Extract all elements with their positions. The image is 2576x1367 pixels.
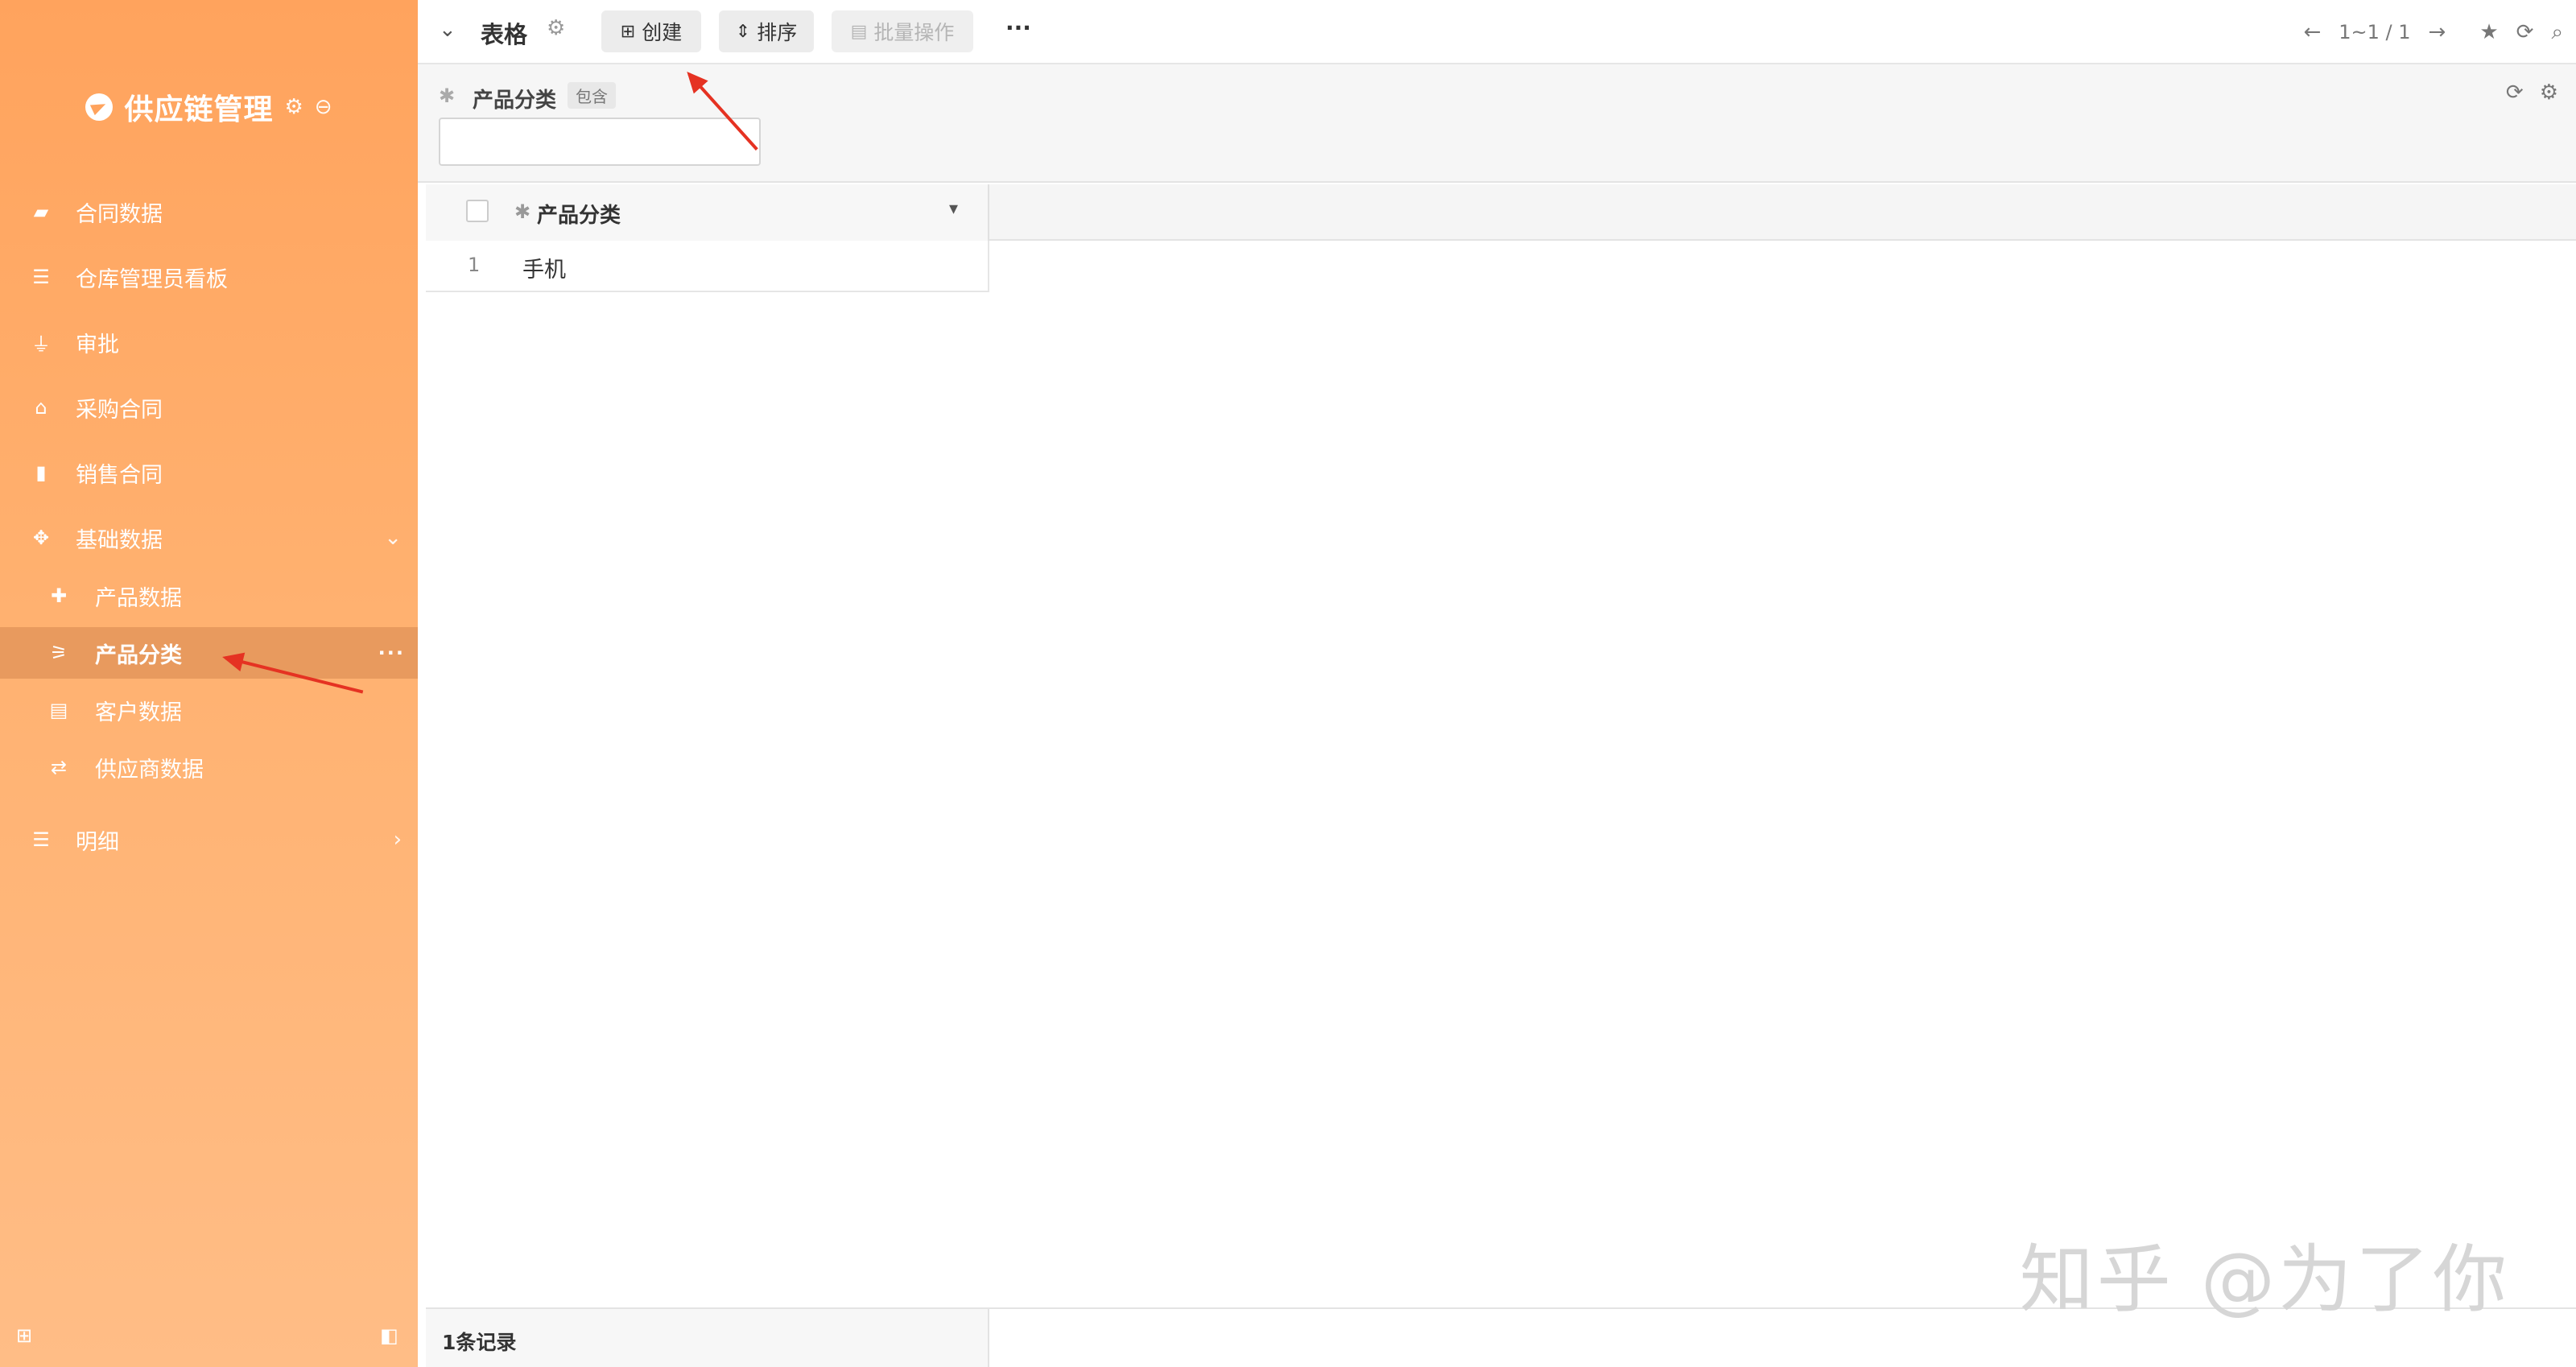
sort-icon: ⇕ [735,21,751,42]
prev-page-icon[interactable]: ← [2303,20,2321,44]
star-icon[interactable]: ★ [2479,20,2498,44]
sidebar-item-details[interactable]: ☰ 明细 › [0,815,418,865]
search-icon[interactable]: ⌕ [2551,20,2563,45]
sidebar-item-sales-contract[interactable]: ▮ 销售合同 [0,448,418,498]
sidebar-item-warehouse-board[interactable]: ☰ 仓库管理员看板 [0,252,418,302]
sidebar-item-approval[interactable]: ⏚ 审批 [0,317,418,367]
more-actions-button[interactable]: ··· [1005,14,1031,41]
settings-icon[interactable]: ⚙ [284,95,303,119]
sort-button[interactable]: ⇕ 排序 [719,10,814,52]
sidebar-item-purchase-contract[interactable]: ⌂ 采购合同 [0,382,418,432]
refresh-icon[interactable]: ⟳ [2516,20,2534,44]
view-settings-icon[interactable]: ⚙ [547,16,565,40]
create-button[interactable]: ⊞ 创建 [601,10,701,52]
filter-value-input[interactable] [439,118,761,166]
sidebar-item-label: 销售合同 [76,462,163,488]
retweet-icon: ⇄ [50,756,68,778]
chevron-down-icon[interactable]: ⌄ [439,18,456,42]
sidebar-item-contract-data[interactable]: ▰ 合同数据 [0,187,418,237]
sidebar-item-customer-data[interactable]: ▤ 客户数据 [0,685,418,735]
sidebar-item-label: 基础数据 [76,527,163,553]
asterisk-icon: ✱ [514,200,531,223]
record-count-text: 1条记录 [442,1331,517,1354]
view-title[interactable]: 表格 [481,16,527,50]
data-table: ✱ 产品分类 ▾ 1 手机 [426,184,2576,1307]
batch-operation-label: 批量操作 [873,21,955,44]
table-icon: ☰ [32,828,50,851]
table-header: ✱ 产品分类 ▾ [426,184,2576,241]
collapse-sidebar-icon[interactable]: ◧ [380,1324,398,1347]
caret-down-icon[interactable]: ▾ [949,199,958,219]
table-row[interactable]: 1 手机 [426,241,989,292]
select-all-checkbox[interactable] [466,200,489,222]
briefcase-icon: ▰ [33,200,49,223]
filter-field-label: 产品分类 [473,89,557,113]
chevron-right-icon: › [393,828,402,852]
chevron-down-icon: ⌄ [384,526,402,550]
crosshair-icon: ✥ [32,527,50,549]
filter-bar: ✱ 产品分类 包含 ⟳ ⚙ [418,64,2576,183]
create-button-label: 创建 [642,21,683,44]
sidebar-item-product-category[interactable]: ⚞ 产品分类 ··· [0,627,418,679]
app-brand: 供应链管理 ⚙ ⊖ [0,87,418,127]
add-icon[interactable]: ⊞ [16,1324,32,1347]
more-options-icon[interactable]: ··· [378,642,405,664]
app-title: 供应链管理 [124,93,274,126]
sidebar-item-label: 合同数据 [76,201,163,227]
stamp-icon: ⏚ [31,332,51,356]
id-card-icon: ▤ [49,699,68,721]
table-icon: ☰ [32,266,50,288]
sidebar-item-supplier-data[interactable]: ⇄ 供应商数据 [0,742,418,792]
sidebar-item-label: 供应商数据 [95,757,204,783]
sign-icon: ⚞ [50,642,68,664]
sidebar-item-label: 采购合同 [76,397,163,423]
sidebar-item-label: 产品分类 [95,642,182,668]
row-number: 1 [468,254,481,276]
main-area: ⌄ 表格 ⚙ ⊞ 创建 ⇕ 排序 ▤ 批量操作 ··· ← 1~1 / 1 → … [418,0,2576,1367]
sidebar-item-label: 仓库管理员看板 [76,266,228,292]
column-header[interactable]: ✱ 产品分类 ▾ [426,184,989,241]
telegram-logo-icon [85,93,114,121]
sidebar-item-basic-data[interactable]: ✥ 基础数据 ⌄ [0,513,418,563]
gear-icon[interactable]: ⚙ [2540,81,2558,105]
sidebar-item-label: 产品数据 [95,585,182,611]
filter-tools: ⟳ ⚙ [2506,81,2558,105]
next-page-icon[interactable]: → [2429,20,2446,44]
book-icon: ▮ [35,461,47,484]
column-header-label: 产品分类 [537,204,621,228]
keyboard-icon: ▤ [850,21,868,42]
sidebar-item-label: 审批 [76,332,119,357]
sort-button-label: 排序 [757,21,798,44]
filter-operator-tag[interactable]: 包含 [568,82,616,109]
pager-text: 1~1 / 1 [2339,21,2411,43]
record-count: 1条记录 [426,1309,989,1367]
sidebar: 供应链管理 ⚙ ⊖ ▰ 合同数据 ☰ 仓库管理员看板 ⏚ 审批 ⌂ 采购合同 ▮… [0,0,418,1367]
toolbar: ⌄ 表格 ⚙ ⊞ 创建 ⇕ 排序 ▤ 批量操作 ··· ← 1~1 / 1 → … [418,0,2576,64]
exit-icon[interactable]: ⊖ [315,95,332,119]
refresh-icon[interactable]: ⟳ [2506,81,2524,105]
plus-square-icon: ⊞ [620,21,636,42]
watermark: 知乎 @为了你 [2019,1237,2510,1323]
puzzle-icon: ✚ [50,584,68,607]
sidebar-item-label: 明细 [76,829,119,855]
basket-icon: ⌂ [35,396,47,419]
asterisk-icon: ✱ [439,85,456,107]
pager: ← 1~1 / 1 → ★ ⟳ ⌕ [2303,0,2576,64]
batch-operation-button[interactable]: ▤ 批量操作 [832,10,973,52]
sidebar-item-label: 客户数据 [95,700,182,725]
sidebar-item-product-data[interactable]: ✚ 产品数据 [0,571,418,621]
cell-product-category[interactable]: 手机 [522,252,566,283]
